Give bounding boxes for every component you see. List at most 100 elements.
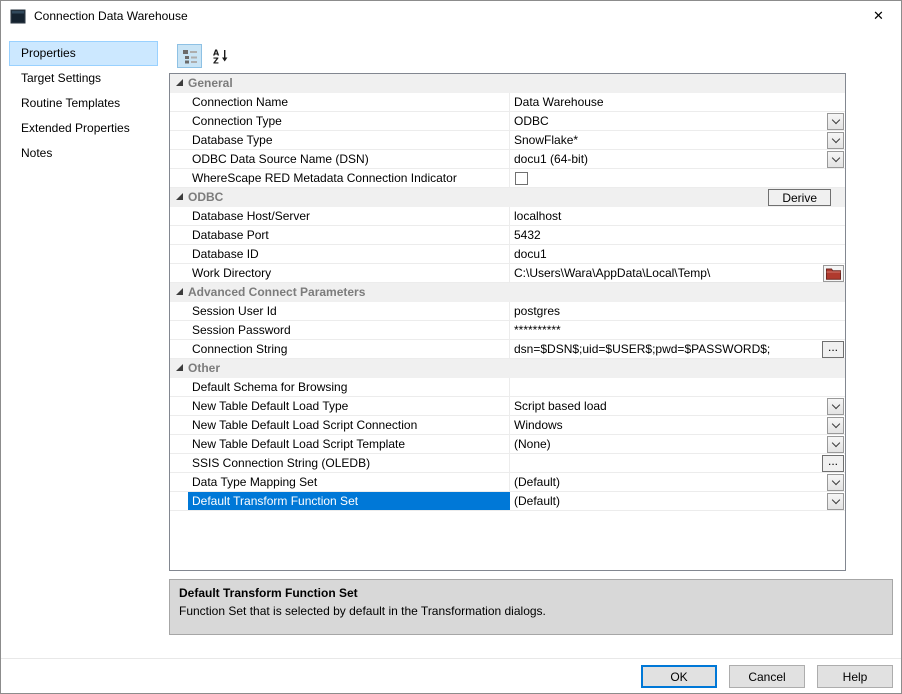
sidebar-item-routine-templates[interactable]: Routine Templates [9, 91, 158, 116]
dropdown-button[interactable] [827, 474, 844, 491]
property-label[interactable]: Connection String [188, 340, 510, 358]
property-label[interactable]: Work Directory [188, 264, 510, 282]
property-label[interactable]: Session User Id [188, 302, 510, 320]
sidebar-item-properties[interactable]: Properties [9, 41, 158, 66]
value-text: dsn=$DSN$;uid=$USER$;pwd=$PASSWORD$; [514, 340, 822, 358]
property-label[interactable]: Data Type Mapping Set [188, 473, 510, 491]
property-label[interactable]: Default Transform Function Set [188, 492, 510, 510]
property-label[interactable]: Database ID [188, 245, 510, 263]
property-label[interactable]: Database Port [188, 226, 510, 244]
property-value[interactable]: dsn=$DSN$;uid=$USER$;pwd=$PASSWORD$;... [510, 340, 845, 358]
alphabetical-sort-button[interactable]: A Z [207, 44, 232, 68]
property-value[interactable]: Windows [510, 416, 845, 434]
property-value[interactable]: ********** [510, 321, 845, 339]
property-value[interactable] [510, 169, 845, 187]
property-value[interactable]: postgres [510, 302, 845, 320]
category-row-general[interactable]: General [170, 74, 845, 93]
category-row-other[interactable]: Other [170, 359, 845, 378]
property-value[interactable]: ODBC [510, 112, 845, 130]
dropdown-button[interactable] [827, 151, 844, 168]
az-sort-icon: A Z [212, 48, 228, 64]
property-value[interactable]: localhost [510, 207, 845, 225]
row-gutter [170, 454, 188, 472]
dropdown-button[interactable] [827, 417, 844, 434]
category-expand-triangle-icon[interactable] [176, 79, 183, 86]
property-value[interactable]: C:\Users\Wara\AppData\Local\Temp\ [510, 264, 845, 282]
property-row-database-id: Database IDdocu1 [170, 245, 845, 264]
dropdown-button[interactable] [827, 132, 844, 149]
property-label[interactable]: Connection Name [188, 93, 510, 111]
property-label[interactable]: Database Type [188, 131, 510, 149]
folder-browse-button[interactable] [823, 265, 844, 282]
chevron-down-icon [831, 419, 839, 427]
categorized-view-button[interactable] [177, 44, 202, 68]
titlebar: Connection Data Warehouse ✕ [1, 1, 901, 31]
category-label: ODBC [188, 188, 223, 207]
cancel-button[interactable]: Cancel [729, 665, 805, 688]
category-expand-triangle-icon[interactable] [176, 288, 183, 295]
category-row-advanced-connect-parameters[interactable]: Advanced Connect Parameters [170, 283, 845, 302]
property-label[interactable]: Session Password [188, 321, 510, 339]
property-value[interactable] [510, 378, 845, 396]
chevron-down-icon [831, 134, 839, 142]
property-value[interactable]: docu1 (64-bit) [510, 150, 845, 168]
app-icon-glyph [10, 9, 26, 24]
browse-ellipsis-button[interactable]: ... [822, 455, 844, 472]
property-label[interactable]: Default Schema for Browsing [188, 378, 510, 396]
property-label[interactable]: SSIS Connection String (OLEDB) [188, 454, 510, 472]
row-gutter [170, 378, 188, 396]
footer-buttons: OK Cancel Help [641, 665, 893, 688]
chevron-down-icon [831, 115, 839, 123]
property-value[interactable]: Data Warehouse [510, 93, 845, 111]
property-value[interactable]: SnowFlake* [510, 131, 845, 149]
row-gutter [170, 207, 188, 225]
ok-button[interactable]: OK [641, 665, 717, 688]
value-text: Windows [514, 416, 827, 434]
value-text: SnowFlake* [514, 131, 827, 149]
category-expand-triangle-icon[interactable] [176, 193, 183, 200]
property-value[interactable]: Script based load [510, 397, 845, 415]
property-label[interactable]: New Table Default Load Type [188, 397, 510, 415]
property-row-session-password: Session Password********** [170, 321, 845, 340]
description-text: Function Set that is selected by default… [179, 604, 883, 618]
property-value[interactable]: 5432 [510, 226, 845, 244]
property-row-database-host-server: Database Host/Serverlocalhost [170, 207, 845, 226]
value-text: localhost [514, 207, 845, 225]
property-label[interactable]: ODBC Data Source Name (DSN) [188, 150, 510, 168]
derive-button[interactable]: Derive [768, 189, 831, 206]
property-row-session-user-id: Session User Idpostgres [170, 302, 845, 321]
value-text: ODBC [514, 112, 827, 130]
property-label[interactable]: WhereScape RED Metadata Connection Indic… [188, 169, 510, 187]
row-gutter [170, 112, 188, 130]
property-value[interactable]: ... [510, 454, 845, 472]
dropdown-button[interactable] [827, 398, 844, 415]
help-button[interactable]: Help [817, 665, 893, 688]
property-label[interactable]: Database Host/Server [188, 207, 510, 225]
property-value[interactable]: (Default) [510, 492, 845, 510]
dropdown-button[interactable] [827, 436, 844, 453]
category-row-odbc[interactable]: ODBC Derive [170, 188, 845, 207]
close-button[interactable]: ✕ [856, 1, 901, 30]
dropdown-button[interactable] [827, 493, 844, 510]
az-sort-letter-z: Z [213, 57, 219, 65]
property-value[interactable]: (None) [510, 435, 845, 453]
sidebar-item-target-settings[interactable]: Target Settings [9, 66, 158, 91]
checkbox[interactable] [515, 172, 528, 185]
sidebar-item-notes[interactable]: Notes [9, 141, 158, 166]
description-title: Default Transform Function Set [179, 586, 883, 600]
value-text: (Default) [514, 492, 827, 510]
dropdown-button[interactable] [827, 113, 844, 130]
property-row-data-type-mapping-set: Data Type Mapping Set(Default) [170, 473, 845, 492]
property-label[interactable]: Connection Type [188, 112, 510, 130]
property-value[interactable]: (Default) [510, 473, 845, 491]
browse-ellipsis-button[interactable]: ... [822, 341, 844, 358]
category-label: Advanced Connect Parameters [188, 283, 365, 302]
property-value[interactable]: docu1 [510, 245, 845, 263]
property-label[interactable]: New Table Default Load Script Template [188, 435, 510, 453]
row-gutter [170, 397, 188, 415]
sidebar-item-extended-properties[interactable]: Extended Properties [9, 116, 158, 141]
property-label[interactable]: New Table Default Load Script Connection [188, 416, 510, 434]
property-row-database-type: Database TypeSnowFlake* [170, 131, 845, 150]
row-gutter [170, 93, 188, 111]
category-expand-triangle-icon[interactable] [176, 364, 183, 371]
